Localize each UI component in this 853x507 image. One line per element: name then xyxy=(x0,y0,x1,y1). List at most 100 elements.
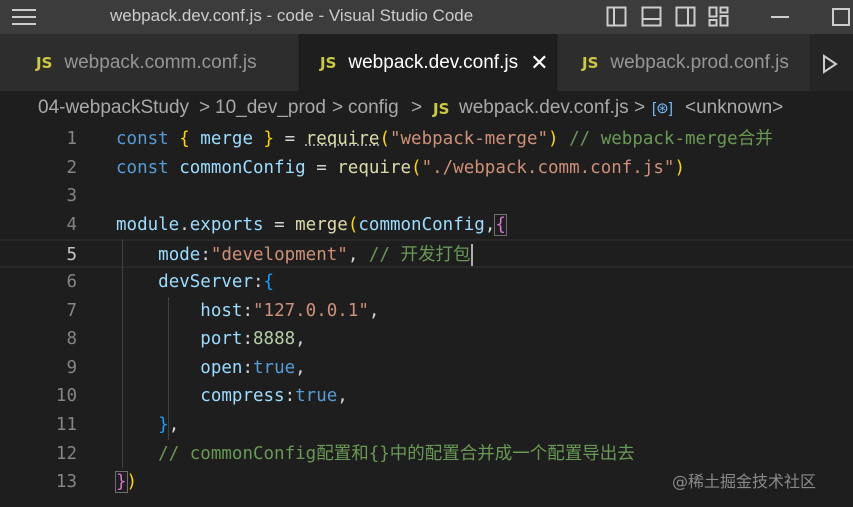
code-text: open:true, xyxy=(116,354,305,383)
code-token: "development" xyxy=(210,245,348,266)
code-token: { xyxy=(179,129,201,149)
run-icon[interactable] xyxy=(822,54,838,74)
breadcrumb-separator: > xyxy=(634,97,646,118)
js-file-icon: JS xyxy=(433,100,450,118)
toggle-panel-icon[interactable] xyxy=(641,6,662,27)
code-token: open xyxy=(200,357,243,378)
code-token: ) xyxy=(126,472,138,493)
code-token: exports xyxy=(189,214,264,235)
code-line[interactable]: 1 const { merge } = require("webpack-merg… xyxy=(0,125,853,154)
code-line[interactable]: 3 xyxy=(0,182,853,211)
code-token: ) xyxy=(548,129,559,149)
code-editor[interactable]: 1 const { merge } = require("webpack-merg… xyxy=(0,125,853,507)
line-number: 6 xyxy=(66,272,77,292)
code-token: : xyxy=(242,329,253,350)
tab-webpack-comm[interactable]: JS webpack.comm.conf.js xyxy=(0,34,298,91)
tab-label: webpack.comm.conf.js xyxy=(64,51,257,73)
breadcrumb-separator: > xyxy=(199,97,211,118)
code-token: require xyxy=(337,157,412,178)
menu-icon[interactable] xyxy=(12,9,36,25)
line-number: 4 xyxy=(66,214,77,235)
code-token: "127.0.0.1" xyxy=(253,300,369,321)
breadcrumb-symbol[interactable]: <unknown> xyxy=(685,97,783,119)
tab-webpack-dev[interactable]: JS webpack.dev.conf.js ✕ xyxy=(299,34,557,91)
code-text: compress:true, xyxy=(116,382,348,411)
line-number: 13 xyxy=(55,472,77,493)
maximize-icon[interactable] xyxy=(832,8,850,26)
code-token: require xyxy=(305,129,380,149)
line-number: 8 xyxy=(66,329,77,350)
code-token: = xyxy=(274,129,306,149)
code-token: // commonConfig配置和{}中的配置合并成一个配置导出去 xyxy=(158,443,635,464)
code-text: module.exports = merge(commonConfig,{ xyxy=(116,211,507,240)
code-text: host:"127.0.0.1", xyxy=(116,297,379,326)
code-line[interactable]: 8 port:8888, xyxy=(0,325,853,354)
code-token: , xyxy=(168,415,180,435)
line-number: 3 xyxy=(66,186,77,207)
code-token: ( xyxy=(411,157,422,178)
code-line[interactable]: 7 host:"127.0.0.1", xyxy=(0,297,853,326)
indent-guide xyxy=(122,239,123,469)
code-token: , xyxy=(295,329,306,350)
code-token: true xyxy=(295,386,338,407)
code-token: : xyxy=(284,386,296,407)
code-token: ) xyxy=(674,157,685,178)
code-token: commonConfig xyxy=(358,214,485,235)
code-token: merge xyxy=(200,129,253,149)
code-token: } xyxy=(115,471,128,494)
breadcrumb-item[interactable]: 10_dev_prod xyxy=(215,97,326,119)
toggle-sidebar-icon[interactable] xyxy=(606,6,627,27)
breadcrumb-file[interactable]: webpack.dev.conf.js xyxy=(459,97,629,119)
code-line[interactable]: 9 open:true, xyxy=(0,354,853,383)
line-number: 1 xyxy=(66,129,77,149)
line-number: 12 xyxy=(55,443,77,464)
minimize-icon[interactable] xyxy=(771,16,789,18)
code-token: = xyxy=(263,214,296,235)
code-token: , xyxy=(484,214,496,235)
code-token: // webpack-merge合并 xyxy=(558,129,773,149)
breadcrumb-item[interactable]: config xyxy=(348,97,399,119)
code-line[interactable]: 10 compress:true, xyxy=(0,382,853,411)
code-token: : xyxy=(200,245,211,266)
code-token: : xyxy=(242,357,253,378)
code-token: merge xyxy=(295,214,348,235)
tab-bar: JS webpack.comm.conf.js JS webpack.dev.c… xyxy=(0,34,853,91)
breadcrumb-separator: > xyxy=(332,97,344,118)
code-token: , xyxy=(347,245,369,266)
code-text: mode:"development", // 开发打包 xyxy=(116,241,473,270)
tab-label: webpack.dev.conf.js xyxy=(348,51,519,73)
toggle-secondary-sidebar-icon[interactable] xyxy=(675,6,696,27)
code-token: "webpack-merge" xyxy=(389,129,549,149)
breadcrumb-separator: > xyxy=(411,97,423,118)
customize-layout-icon[interactable] xyxy=(708,6,729,27)
line-number: 7 xyxy=(66,300,77,321)
code-token: ( xyxy=(379,129,390,149)
code-line[interactable]: 6 devServer:{ xyxy=(0,268,853,297)
code-token: true xyxy=(253,357,296,378)
code-token: , xyxy=(337,386,348,407)
js-file-icon: JS xyxy=(36,53,53,72)
code-token: host xyxy=(200,300,243,321)
close-icon[interactable]: ✕ xyxy=(530,51,548,74)
code-text: }) xyxy=(115,468,138,497)
tab-webpack-prod[interactable]: JS webpack.prod.conf.js xyxy=(558,34,810,91)
breadcrumb-item[interactable]: 04-webpackStudy xyxy=(38,97,189,119)
code-line[interactable]: 12 // commonConfig配置和{}中的配置合并成一个配置导出去 xyxy=(0,440,853,469)
code-token: const xyxy=(116,129,180,149)
window-title: webpack.dev.conf.js - code - Visual Stud… xyxy=(110,6,474,25)
code-token: module xyxy=(116,214,180,235)
title-bar: webpack.dev.conf.js - code - Visual Stud… xyxy=(0,0,853,34)
code-token: { xyxy=(263,272,275,292)
code-line[interactable]: 5 mode:"development", // 开发打包 xyxy=(0,239,853,268)
line-number: 11 xyxy=(55,415,77,435)
code-line[interactable]: 4 module.exports = merge(commonConfig,{ xyxy=(0,211,853,240)
code-text: // commonConfig配置和{}中的配置合并成一个配置导出去 xyxy=(116,440,635,469)
code-line[interactable]: 2 const commonConfig = require("./webpack… xyxy=(0,154,853,183)
code-text: port:8888, xyxy=(116,325,306,354)
line-number: 10 xyxy=(55,386,77,407)
code-line[interactable]: 11 }, xyxy=(0,411,853,440)
symbol-icon: [⊛] xyxy=(652,100,673,117)
